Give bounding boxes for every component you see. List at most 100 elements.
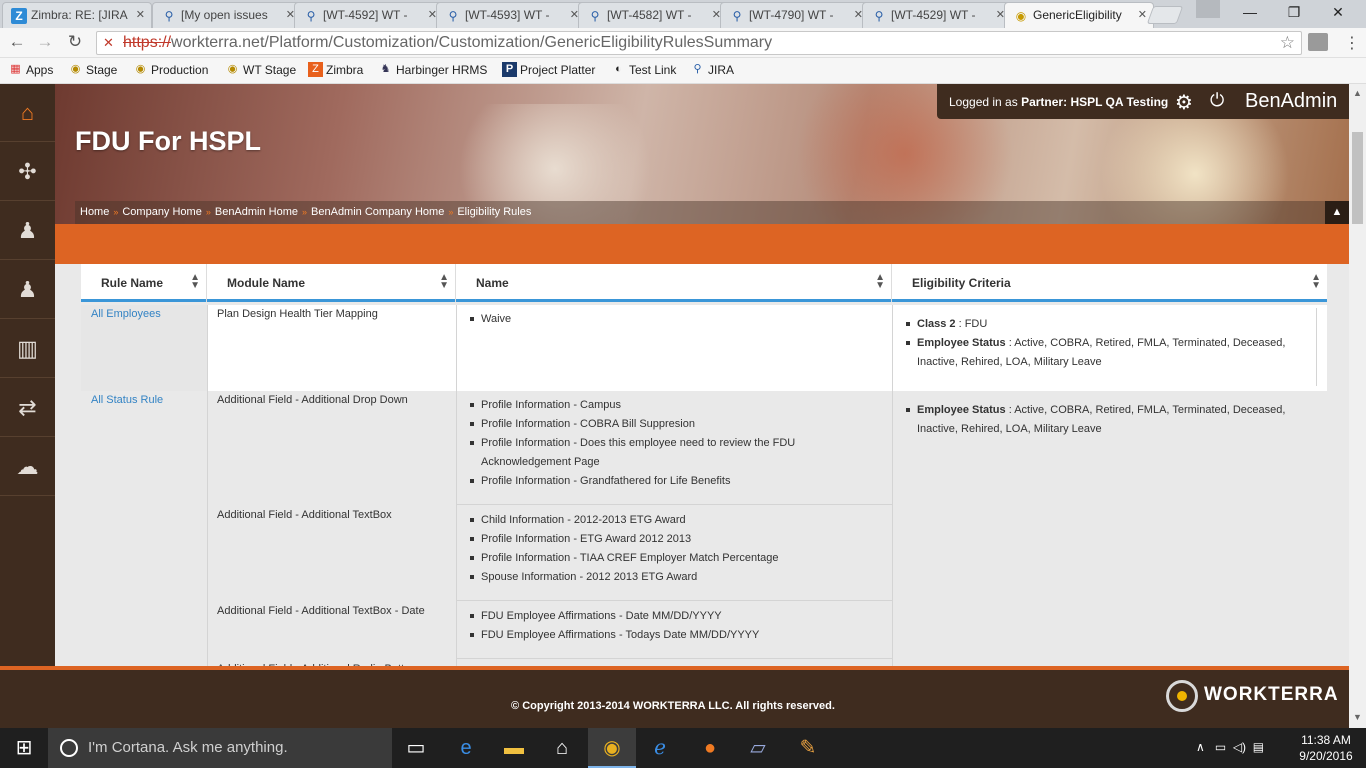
collapse-header-button[interactable]: ▲ xyxy=(1325,201,1349,224)
tab-label: [WT-4592] WT - xyxy=(323,8,408,22)
chrome-menu-icon[interactable]: ⋮ xyxy=(1344,33,1360,53)
sort-icon[interactable]: ▲ ▼ xyxy=(875,273,885,291)
paint-icon[interactable]: ✎ xyxy=(784,728,832,768)
page-scrollbar[interactable]: ▲ ▼ xyxy=(1349,84,1366,728)
browser-tab[interactable]: ⚲ [WT-4592] WT - ✕ xyxy=(294,2,444,28)
windows-start-icon[interactable]: ⊞ xyxy=(0,728,48,768)
scroll-up-icon[interactable]: ▲ xyxy=(1353,88,1362,98)
browser-tab[interactable]: ⚲ [My open issues ✕ xyxy=(152,2,302,28)
rule-link-all-employees[interactable]: All Employees xyxy=(91,305,161,324)
task-view-icon[interactable]: ▭ xyxy=(392,728,440,768)
minimize-icon[interactable]: — xyxy=(1230,4,1270,20)
extension-icon[interactable] xyxy=(1308,33,1328,51)
scroll-down-icon[interactable]: ▼ xyxy=(1353,712,1362,722)
bookmark-harbinger-hrms[interactable]: ♞ Harbinger HRMS xyxy=(378,63,488,77)
name-list: Child Information - 2012-2013 ETG Award … xyxy=(466,511,886,587)
internet-explorer-icon[interactable]: ℯ xyxy=(636,728,684,768)
nav-home[interactable]: ⌂ xyxy=(0,84,55,142)
chat-bubble-icon: ☁ xyxy=(16,454,39,479)
nav-messages[interactable]: ☁ xyxy=(0,438,55,496)
column-divider xyxy=(892,305,893,668)
browser-tab[interactable]: ⚲ [WT-4582] WT - ✕ xyxy=(578,2,728,28)
store-icon[interactable]: ⌂ xyxy=(538,728,586,768)
user-bar: Logged in as Partner: HSPL QA Testing ⚙ … xyxy=(937,84,1349,119)
bookmark-test-link[interactable]: ◐ Test Link xyxy=(611,63,676,77)
column-header-eligibility-criteria[interactable]: Eligibility Criteria ▲ ▼ xyxy=(892,264,1327,302)
list-item: Profile Information - Grandfathered for … xyxy=(466,472,886,491)
profile-icon[interactable] xyxy=(1196,0,1220,18)
notepad-icon[interactable]: ▱ xyxy=(734,728,782,768)
module-name-cell: Plan Design Health Tier Mapping xyxy=(217,308,378,320)
browser-tab[interactable]: Z Zimbra: RE: [JIRA ✕ xyxy=(2,2,152,28)
keyboard-icon[interactable]: ▤ xyxy=(1253,740,1264,754)
breadcrumb-benadmin-home[interactable]: BenAdmin Home xyxy=(215,206,298,218)
breadcrumb-home[interactable]: Home xyxy=(80,206,109,218)
sort-icon[interactable]: ▲ ▼ xyxy=(439,273,449,291)
bookmark-wt-stage[interactable]: ◉ WT Stage xyxy=(225,63,296,77)
new-tab-button[interactable] xyxy=(1146,6,1184,24)
bookmark-zimbra[interactable]: Z Zimbra xyxy=(308,62,363,77)
bookmark-stage[interactable]: ◉ Stage xyxy=(68,63,118,77)
login-info: Logged in as Partner: HSPL QA Testing xyxy=(949,95,1169,109)
user-icon: ♟ xyxy=(17,277,38,302)
bookmark-star-icon[interactable]: ☆ xyxy=(1280,33,1295,53)
list-item: Profile Information - Does this employee… xyxy=(466,434,886,472)
sort-icon[interactable]: ▲ ▼ xyxy=(190,273,200,291)
column-header-module-name[interactable]: Module Name ▲ ▼ xyxy=(207,264,456,302)
network-icon[interactable]: ▭ xyxy=(1215,740,1226,754)
back-icon[interactable]: ← xyxy=(6,32,28,52)
close-icon[interactable]: ✕ xyxy=(1138,8,1147,21)
tab-label: GenericEligibility xyxy=(1033,8,1122,22)
edge-icon[interactable]: e xyxy=(442,728,490,768)
test-link-icon: ◐ xyxy=(615,63,622,75)
bookmark-jira[interactable]: ⚲ JIRA xyxy=(690,63,734,77)
forward-icon[interactable]: → xyxy=(34,32,56,52)
file-explorer-icon[interactable]: ▬ xyxy=(490,728,538,768)
browser-tab[interactable]: ⚲ [WT-4790] WT - ✕ xyxy=(720,2,870,28)
reload-icon[interactable]: ↻ xyxy=(64,32,86,52)
row-divider xyxy=(456,658,892,659)
gear-icon[interactable]: ⚙ xyxy=(1175,90,1193,115)
nav-reports[interactable]: ▥ xyxy=(0,320,55,378)
bookmark-apps[interactable]: ▦ Apps xyxy=(8,63,53,77)
nav-employees[interactable]: ♟ xyxy=(0,261,55,319)
bookmarks-bar: ▦ Apps ◉ Stage ◉ Production ◉ WT Stage Z Zimb… xyxy=(0,58,1366,84)
nav-users-admin[interactable]: ♟ xyxy=(0,202,55,260)
nav-customization[interactable]: ✣ xyxy=(0,143,55,201)
column-header-name[interactable]: Name ▲ ▼ xyxy=(456,264,892,302)
volume-icon[interactable]: ◁) xyxy=(1233,740,1246,754)
browser-tab-active[interactable]: ◉ GenericEligibility ✕ xyxy=(1004,2,1154,28)
restore-icon[interactable]: ❐ xyxy=(1274,4,1314,21)
list-item: Profile Information - Campus xyxy=(466,396,886,415)
browser-tab[interactable]: ⚲ [WT-4593] WT - ✕ xyxy=(436,2,586,28)
browser-tab[interactable]: ⚲ [WT-4529] WT - ✕ xyxy=(862,2,1012,28)
cortana-search-box[interactable]: I'm Cortana. Ask me anything. xyxy=(48,728,392,768)
rule-link-all-status-rule[interactable]: All Status Rule xyxy=(91,391,163,410)
chrome-icon[interactable]: ◉ xyxy=(588,728,636,768)
breadcrumb-company-home[interactable]: Company Home xyxy=(122,206,201,218)
project-platter-icon: P xyxy=(502,62,517,77)
chevron-up-icon[interactable]: ∧ xyxy=(1196,740,1205,754)
close-icon[interactable]: ✕ xyxy=(136,8,145,21)
list-item: Employee Status : Active, COBRA, Retired… xyxy=(902,334,1292,372)
bookmark-production[interactable]: ◉ Production xyxy=(133,63,209,77)
bookmark-project-platter[interactable]: P Project Platter xyxy=(502,62,595,77)
criteria-list: Employee Status : Active, COBRA, Retired… xyxy=(902,401,1292,439)
power-icon[interactable]: ⏻ xyxy=(1210,90,1224,111)
workterra-icon: ◉ xyxy=(70,63,81,75)
copyright-text: © Copyright 2013-2014 WORKTERRA LLC. All… xyxy=(511,700,835,712)
firefox-icon[interactable]: ● xyxy=(686,728,734,768)
tab-label: [WT-4593] WT - xyxy=(465,8,550,22)
sort-icon[interactable]: ▲ ▼ xyxy=(1311,273,1321,291)
window-close-icon[interactable]: ✕ xyxy=(1318,4,1358,21)
address-bar[interactable]: ✕ https://workterra.net/Platform/Customi… xyxy=(96,31,1302,55)
breadcrumb-benadmin-company-home[interactable]: BenAdmin Company Home xyxy=(311,206,444,218)
nav-transfers[interactable]: ⇄ xyxy=(0,379,55,437)
zimbra-icon: Z xyxy=(11,8,27,24)
taskbar-clock[interactable]: 11:38 AM 9/20/2016 xyxy=(1298,732,1354,764)
scrollbar-thumb[interactable] xyxy=(1352,132,1363,224)
jira-icon: ⚲ xyxy=(164,9,174,23)
column-header-rule-name[interactable]: Rule Name ▲ ▼ xyxy=(81,264,207,302)
page-title: FDU For HSPL xyxy=(75,126,261,156)
left-nav: ⌂ ✣ ♟ ♟ ▥ ⇄ ☁ xyxy=(0,84,55,668)
